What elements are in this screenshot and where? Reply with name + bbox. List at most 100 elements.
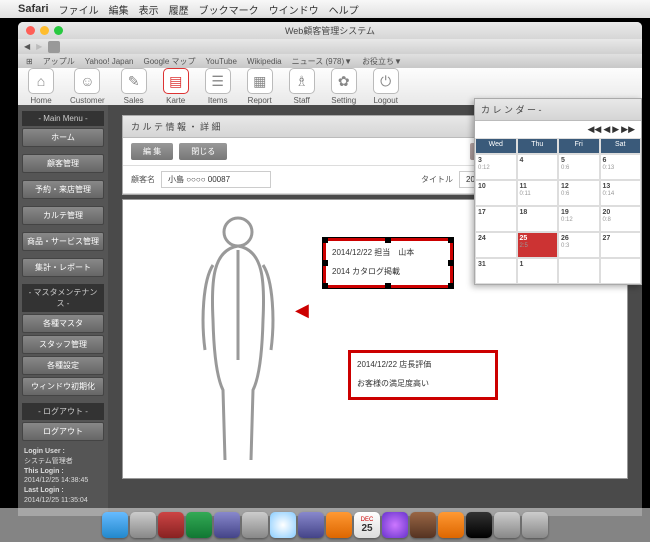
tb-home[interactable]: ⌂Home [28,68,54,105]
menu-file[interactable]: ファイル [59,2,99,17]
sidebar-reserve[interactable]: 予約・来店管理 [22,180,104,199]
cal-cell[interactable]: 27 [600,232,642,258]
browser-navbar: ◀ ▶ [18,39,642,54]
cal-cell[interactable]: 120:6 [558,180,600,206]
forward-icon[interactable]: ▶ [36,42,42,51]
sidebar-staff[interactable]: スタッフ管理 [22,335,104,354]
back-icon[interactable]: ◀ [24,42,30,51]
window-titlebar[interactable]: Web顧客管理システム [18,22,642,39]
tb-sales[interactable]: ✎Sales [121,68,147,105]
dock-safari-icon[interactable] [270,512,296,538]
calendar-panel: カ レ ン ダ ー - ◀◀ ◀ ▶ ▶▶ WedThuFriSat30:124… [474,98,642,285]
dock-app6-icon[interactable] [494,512,520,538]
dock-itunes-icon[interactable] [382,512,408,538]
cal-cell[interactable]: 60:13 [600,154,642,180]
tb-report[interactable]: ▦Report [247,68,273,105]
sidebar-product[interactable]: 商品・サービス管理 [22,232,104,251]
cal-cell[interactable]: 110:11 [517,180,559,206]
tb-karte[interactable]: ▤Karte [163,68,189,105]
cal-cell[interactable] [600,258,642,284]
sidebar-karte[interactable]: カルテ管理 [22,206,104,225]
cal-cell[interactable]: 24 [475,232,517,258]
cal-cell[interactable] [558,258,600,284]
cal-prev-week[interactable]: ◀ [603,124,610,135]
memo-box-2[interactable]: 2014/12/22 店長評価 お客様の満足度高い [348,350,498,400]
sidebar-report[interactable]: 集計・レポート [22,258,104,277]
dock-app5-icon[interactable] [466,512,492,538]
cal-cell[interactable]: 200:8 [600,206,642,232]
bookmark-grid-icon[interactable]: ⊞ [26,57,33,66]
tb-customer[interactable]: ☺Customer [70,68,105,105]
sidebar-settings[interactable]: 各種設定 [22,356,104,375]
cal-cell[interactable]: 190:12 [558,206,600,232]
bookmarks-bar: ⊞ アップル Yahoo! Japan Google マップ YouTube W… [18,54,642,68]
cal-next-week[interactable]: ▶ [612,124,619,135]
tb-staff[interactable]: ♗Staff [289,68,315,105]
cal-next-month[interactable]: ▶▶ [621,124,635,135]
dock-app3-icon[interactable] [410,512,436,538]
app-name[interactable]: Safari [18,3,49,15]
dock-trash-icon[interactable] [522,512,548,538]
close-button[interactable]: 閉じる [179,143,227,160]
dock-appstore-icon[interactable] [214,512,240,538]
sidebar-wininit[interactable]: ウィンドウ初期化 [22,377,104,396]
sidebar-home[interactable]: ホーム [22,128,104,147]
bm-wiki[interactable]: Wikipedia [247,57,282,66]
dock-calendar-icon[interactable]: DEC25 [354,512,380,538]
dock-app1-icon[interactable] [158,512,184,538]
cal-cell[interactable]: 17 [475,206,517,232]
sidebar-master[interactable]: 各種マスタ [22,314,104,333]
dock-finder-icon[interactable] [102,512,128,538]
menu-view[interactable]: 表示 [139,2,159,17]
staff-icon: ♗ [289,68,315,94]
cal-cell[interactable]: 252:5 [517,232,559,258]
arrow-left-icon[interactable]: ◀ [295,300,309,321]
memo-box-1[interactable]: 2014/12/22 担当 山本 2014 カタログ掲載 [323,238,453,288]
sidebar-logout[interactable]: ログアウト [22,422,104,441]
sidebar-icon[interactable] [48,41,60,53]
cal-cell[interactable]: 260:3 [558,232,600,258]
dock-settings-icon[interactable] [242,512,268,538]
cal-cell[interactable]: 18 [517,206,559,232]
bm-useful[interactable]: お役立ち▼ [362,56,402,67]
bm-youtube[interactable]: YouTube [206,57,237,66]
sidebar-customer[interactable]: 顧客管理 [22,154,104,173]
body-figure-icon [183,210,293,470]
window-title: Web顧客管理システム [18,24,642,37]
bm-news[interactable]: ニュース (978)▼ [292,56,352,67]
bm-yahoo[interactable]: Yahoo! Japan [85,57,134,66]
edit-button[interactable]: 編 集 [131,143,173,160]
cal-cell[interactable]: 130:14 [600,180,642,206]
cal-cell[interactable]: 50:6 [558,154,600,180]
cal-cell[interactable]: 31 [475,258,517,284]
cal-cell[interactable]: 10 [475,180,517,206]
calendar-grid: WedThuFriSat30:12450:660:1310110:11120:6… [475,138,641,284]
dock-contacts-icon[interactable] [326,512,352,538]
bm-gmaps[interactable]: Google マップ [143,56,195,67]
menu-bookmarks[interactable]: ブックマーク [199,2,259,17]
home-icon: ⌂ [28,68,54,94]
cal-cell[interactable]: 4 [517,154,559,180]
dock-mail-icon[interactable] [298,512,324,538]
menu-help[interactable]: ヘルプ [329,2,359,17]
cal-head: Fri [558,138,600,154]
menu-window[interactable]: ウインドウ [269,2,319,17]
tb-logout[interactable]: ⏻Logout [373,68,399,105]
tb-setting[interactable]: ✿Setting [331,68,357,105]
dock-app2-icon[interactable] [186,512,212,538]
dock-app4-icon[interactable] [438,512,464,538]
customer-field[interactable]: 小島 ○○○○ 00087 [161,171,271,188]
mac-menubar: Safari ファイル 編集 表示 履歴 ブックマーク ウインドウ ヘルプ [0,0,650,18]
setting-icon: ✿ [331,68,357,94]
cal-cell[interactable]: 30:12 [475,154,517,180]
sidebar-logout-header: - ログアウト - [22,403,104,420]
cal-prev-month[interactable]: ◀◀ [587,124,601,135]
dock-launchpad-icon[interactable] [130,512,156,538]
tb-items[interactable]: ☰Items [205,68,231,105]
menu-edit[interactable]: 編集 [109,2,129,17]
report-icon: ▦ [247,68,273,94]
cal-cell[interactable]: 1 [517,258,559,284]
memo2-line1: 2014/12/22 店長評価 [357,359,489,372]
bm-apple[interactable]: アップル [43,56,75,67]
menu-history[interactable]: 履歴 [169,2,189,17]
